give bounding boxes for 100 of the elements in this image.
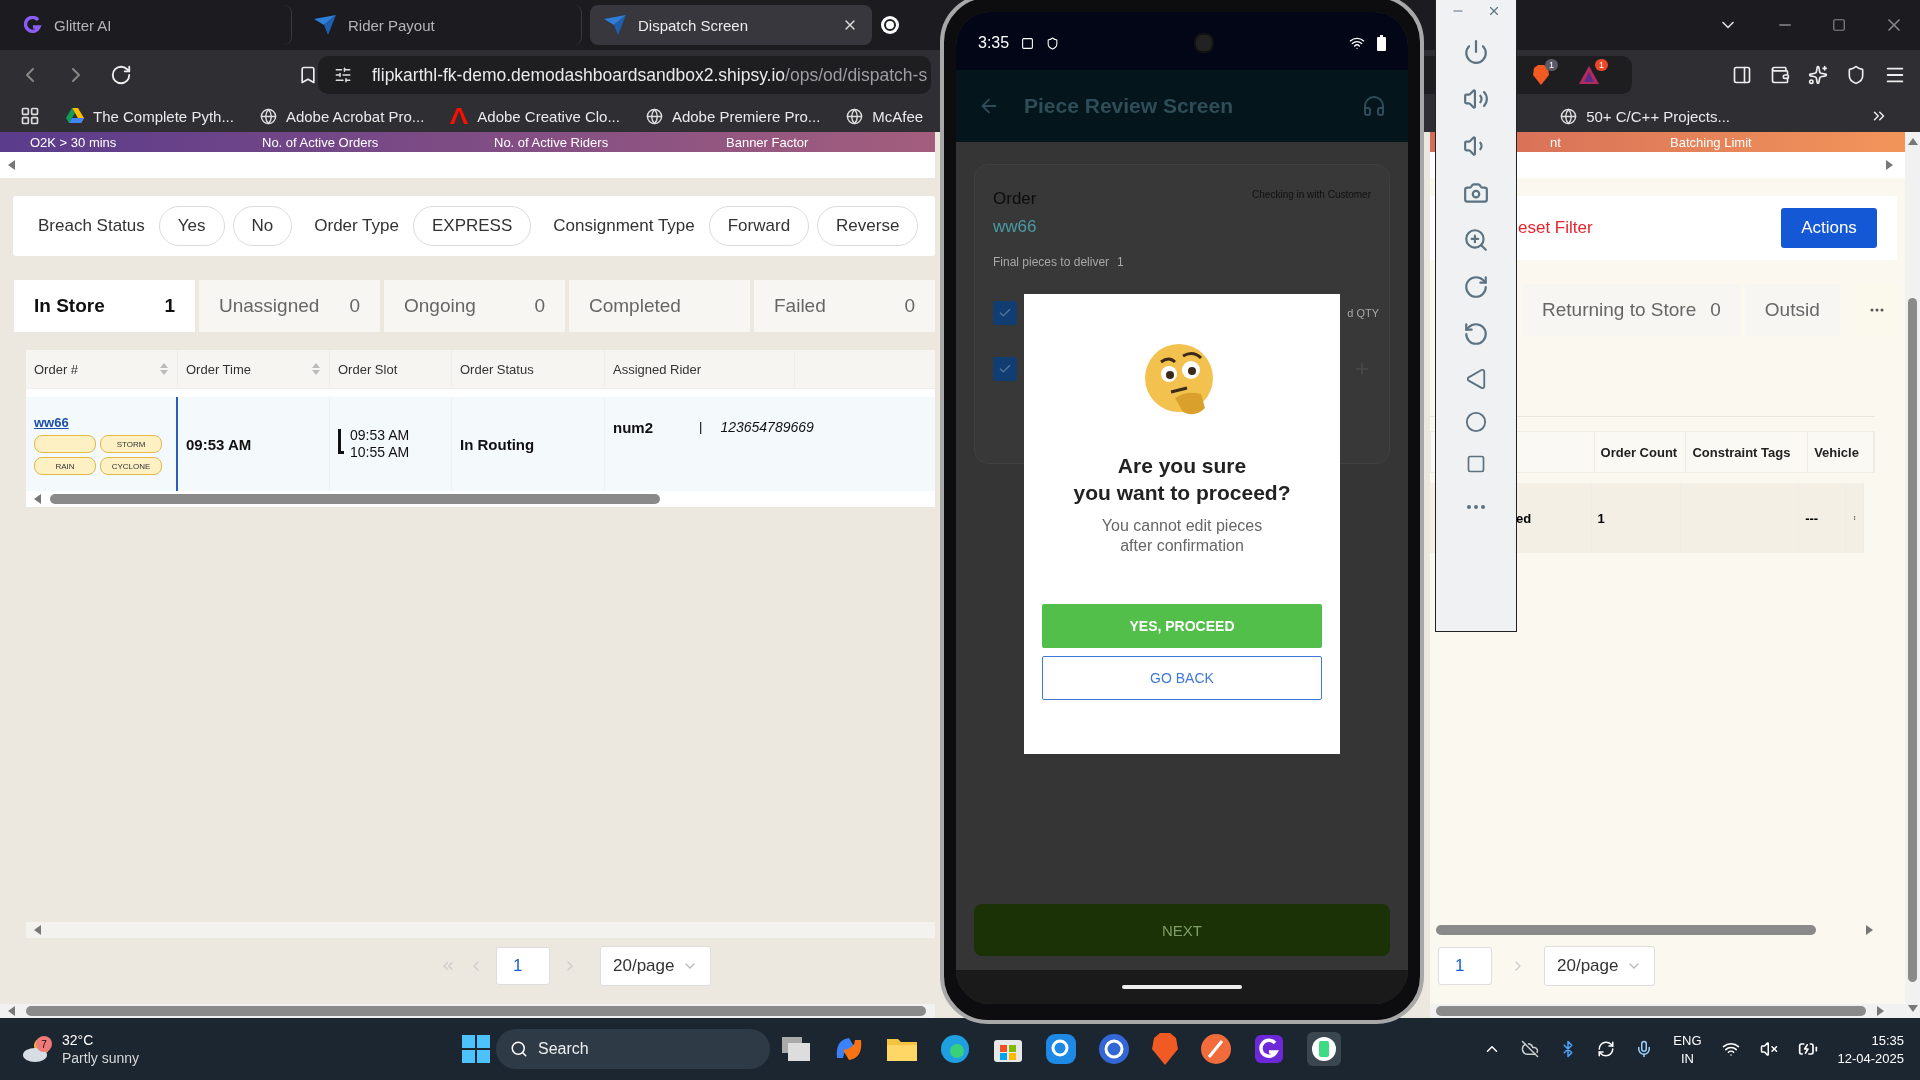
page-number-field[interactable]: 1 <box>1438 947 1492 985</box>
bookmark-item[interactable]: Adobe Creative Clo... <box>450 107 620 125</box>
next-button[interactable]: NEXT <box>974 904 1390 956</box>
phone-app-icon[interactable] <box>1306 1031 1342 1067</box>
home-icon[interactable] <box>1465 411 1487 433</box>
more-icon <box>1870 308 1884 312</box>
screen-title: Piece Review Screen <box>1024 94 1234 118</box>
overview-icon[interactable] <box>1466 454 1486 474</box>
table-row[interactable]: ww66 STORM RAIN CYCLONE 09:53 AM 09:53 AM 10:55 AM In Routing num2 | 123654789669 <box>26 397 935 491</box>
apps-icon[interactable] <box>20 106 40 126</box>
order-link[interactable]: ww66 <box>34 415 69 430</box>
status-tab[interactable]: Completed <box>569 280 750 332</box>
bookmark-item[interactable]: The Complete Pyth... <box>66 107 234 125</box>
back-icon[interactable] <box>1465 368 1487 390</box>
volume-up-icon[interactable] <box>1463 86 1489 112</box>
sync-app-icon[interactable] <box>1098 1033 1130 1065</box>
sync-icon[interactable] <box>1597 1040 1616 1058</box>
globe-icon <box>259 107 277 125</box>
tab-count: 0 <box>534 295 545 317</box>
adobe-logo-icon <box>450 108 469 124</box>
filter-label: Breach Status <box>38 216 145 236</box>
bracket-icon <box>338 428 344 454</box>
scroll-right-icon[interactable] <box>1883 159 1895 171</box>
column-header: Order Status <box>452 350 605 388</box>
banner-label: O2K > 30 mins <box>29 134 118 150</box>
page-size-select[interactable]: 20/page <box>1544 946 1656 986</box>
wifi-icon[interactable] <box>1721 1040 1740 1058</box>
actions-button[interactable]: Actions <box>1781 208 1877 248</box>
reset-filter-link[interactable]: eset Filter <box>1518 218 1593 238</box>
status-tab[interactable]: Failed 0 <box>754 280 935 332</box>
status-tab[interactable]: In Store 1 <box>14 280 195 332</box>
mute-icon[interactable] <box>1759 1040 1778 1058</box>
close-icon[interactable] <box>1487 4 1501 18</box>
zoom-in-icon[interactable] <box>1463 227 1489 253</box>
filter-chip[interactable]: EXPRESS <box>413 206 532 246</box>
status-tab[interactable]: Outsid <box>1744 284 1840 336</box>
bookmark-icon[interactable] <box>298 65 318 85</box>
dialog-message: You cannot edit pieces after confirmation <box>1101 516 1263 556</box>
wave-logo-icon[interactable] <box>939 1033 971 1065</box>
table-cell: ed <box>1516 510 1532 526</box>
cloud-off-icon[interactable] <box>1521 1040 1540 1058</box>
reload-icon[interactable] <box>110 64 132 86</box>
weather-badge: 7 <box>36 1036 52 1052</box>
windows-start-icon[interactable] <box>462 1035 490 1063</box>
page-size-select[interactable]: 20/page <box>600 946 712 986</box>
bookmark-item[interactable]: McAfee <box>846 107 924 125</box>
browser-tab[interactable]: Glitter AI <box>10 5 292 45</box>
restore-icon[interactable] <box>1832 18 1846 32</box>
filter-chip[interactable]: Forward <box>708 206 810 246</box>
check-icon <box>998 306 1012 320</box>
bookmark-item[interactable]: Adobe Acrobat Pro... <box>259 107 425 125</box>
piece-checkbox[interactable] <box>993 357 1017 381</box>
triangle-icon[interactable] <box>1578 65 1600 85</box>
lion-icon[interactable] <box>1532 65 1550 85</box>
filter-chip[interactable]: Reverse <box>817 206 919 246</box>
site-settings-icon[interactable] <box>334 66 352 84</box>
scroll-left-icon[interactable] <box>32 493 44 505</box>
language-indicator[interactable]: ENG IN <box>1673 1032 1702 1066</box>
filter-chip[interactable]: No <box>232 206 293 246</box>
browser-tab[interactable]: Rider Payout <box>300 5 582 45</box>
piece-checkbox[interactable] <box>993 301 1017 325</box>
search-field[interactable]: Search <box>496 1029 770 1069</box>
sparkle-icon[interactable] <box>1808 65 1828 85</box>
notification-badge: 1 <box>1595 59 1608 71</box>
clock[interactable]: 15:35 12-04-2025 <box>1837 1032 1904 1066</box>
glitter-logo-icon[interactable] <box>1253 1033 1285 1065</box>
feather-app-icon[interactable] <box>1200 1033 1232 1065</box>
scroll-right-icon[interactable] <box>1863 924 1875 936</box>
table-cell: num2 <box>613 419 653 436</box>
notification-badge: 1 <box>1545 59 1558 71</box>
scroll-left-icon[interactable] <box>6 159 18 171</box>
tab-count: 0 <box>349 295 360 317</box>
status-tab[interactable]: Unassigned 0 <box>199 280 380 332</box>
status-tab[interactable]: Ongoing 0 <box>384 280 565 332</box>
tag: STORM <box>100 435 162 453</box>
rotate-right-icon[interactable] <box>1463 274 1489 300</box>
status-tab[interactable]: Returning to Store 0 <box>1522 284 1741 336</box>
table-cell: 09:53 AM 10:55 AM <box>350 427 410 461</box>
filter-chip[interactable]: Yes <box>158 206 225 246</box>
lion-icon[interactable] <box>1151 1033 1179 1065</box>
go-back-button[interactable]: GO BACK <box>1042 656 1322 700</box>
wallet-icon[interactable] <box>1770 65 1790 85</box>
pieces-count: 1 <box>1117 255 1124 269</box>
sidebar-icon[interactable] <box>1732 65 1752 85</box>
magnifier-app-icon[interactable] <box>1045 1033 1077 1065</box>
bookmark-item[interactable]: 50+ C/C++ Projects... <box>1560 107 1730 125</box>
bookmark-label: The Complete Pyth... <box>93 107 234 125</box>
bookmark-label: McAfee <box>872 107 924 125</box>
camera-icon[interactable] <box>1463 180 1489 206</box>
windows-icon[interactable] <box>780 1035 812 1063</box>
power-icon[interactable] <box>1463 39 1489 65</box>
scroll-down-icon[interactable] <box>1906 1002 1919 1014</box>
page-number-field[interactable]: 1 <box>496 947 550 985</box>
scroll-left-icon[interactable] <box>32 924 44 936</box>
banner-label: nt <box>1550 134 1562 150</box>
shield-icon[interactable] <box>1846 65 1866 85</box>
scroll-up-icon[interactable] <box>1906 136 1919 148</box>
address-bar[interactable]: flipkarthl-fk-demo.demodashboardsandbox2.shipsy.io/ops/od/dispatch-s <box>318 56 932 94</box>
rotate-left-icon[interactable] <box>1463 321 1489 347</box>
browser-tab[interactable]: Dispatch Screen <box>590 5 872 45</box>
